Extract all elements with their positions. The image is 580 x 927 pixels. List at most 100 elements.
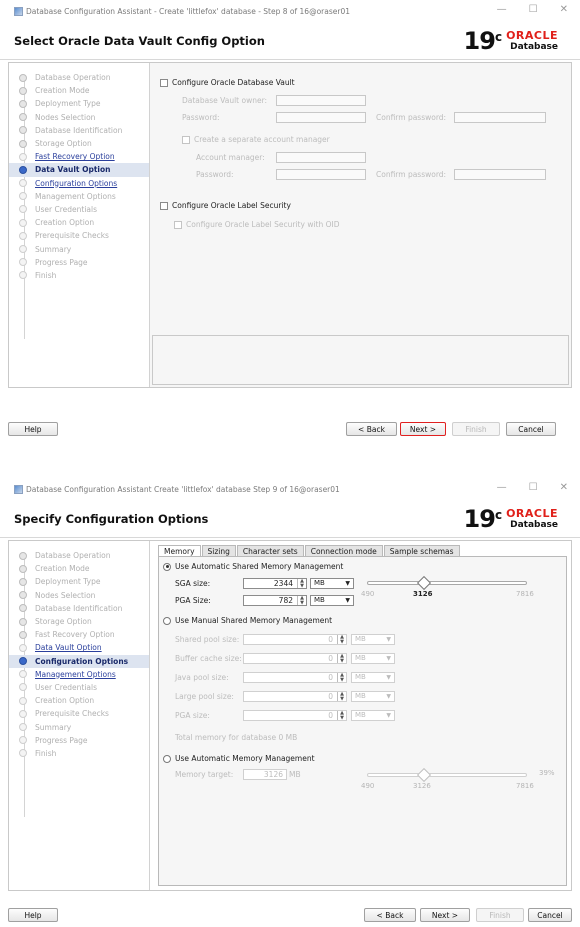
sidebar-item-data-vault-option[interactable]: Data Vault Option — [9, 163, 150, 177]
confirm-password-input[interactable] — [454, 112, 546, 123]
memory-target-unit: MB — [289, 770, 301, 779]
sidebar-item-label: Storage Option — [35, 617, 92, 627]
step-status-icon — [19, 231, 27, 240]
close-icon[interactable]: ✕ — [560, 4, 568, 15]
tab-sample-schemas[interactable]: Sample schemas — [383, 545, 460, 556]
sidebar-item-progress-page: Progress Page — [9, 734, 149, 747]
password-input[interactable] — [276, 112, 366, 123]
step-status-icon — [19, 258, 27, 267]
maximize-icon[interactable]: ☐ — [529, 4, 538, 15]
sidebar-item-management-options[interactable]: Management Options — [9, 668, 149, 681]
tab-sizing[interactable]: Sizing — [201, 545, 236, 556]
step-status-icon — [19, 139, 27, 148]
next-button[interactable]: Next > — [400, 422, 446, 436]
sidebar-item-data-vault-option[interactable]: Data Vault Option — [9, 641, 149, 654]
manager-confirm-input[interactable] — [454, 169, 546, 180]
button-bar: Help < Back Next > Finish Cancel — [8, 422, 572, 440]
sidebar-item-creation-mode: Creation Mode — [9, 84, 149, 97]
sidebar-item-fast-recovery-option: Fast Recovery Option — [9, 628, 149, 641]
large-pool-size-spinner[interactable]: 0 ▲ ▼ — [243, 691, 347, 702]
java-pool-size-label: Java pool size: — [175, 673, 229, 682]
separate-manager-checkbox[interactable]: Create a separate account manager — [182, 135, 330, 144]
memory-slider-thumb[interactable] — [416, 575, 432, 591]
step-status-icon — [19, 696, 27, 705]
manager-password-input[interactable] — [276, 169, 366, 180]
label-security-oid-checkbox[interactable]: Configure Oracle Label Security with OID — [174, 220, 340, 229]
sidebar-item-fast-recovery-option[interactable]: Fast Recovery Option — [9, 150, 149, 163]
memory-target-slider-thumb[interactable] — [416, 767, 432, 783]
back-button[interactable]: < Back — [346, 422, 397, 436]
sidebar-item-database-operation: Database Operation — [9, 71, 149, 84]
buffer-cache-size-label: Buffer cache size: — [175, 654, 242, 663]
sga-unit-select[interactable]: MB ▼ — [310, 578, 354, 589]
minimize-icon[interactable]: — — [497, 482, 507, 493]
sidebar-item-database-identification: Database Identification — [9, 124, 149, 137]
sidebar-item-management-options: Management Options — [9, 190, 149, 203]
step-status-icon — [19, 683, 27, 692]
sidebar-item-prerequisite-checks: Prerequisite Checks — [9, 229, 149, 242]
vault-owner-input[interactable] — [276, 95, 366, 106]
tab-connection-mode[interactable]: Connection mode — [304, 545, 383, 556]
dbca-window-step8: Database Configuration Assistant - Creat… — [0, 0, 580, 445]
finish-button[interactable]: Finish — [476, 908, 524, 922]
sidebar-item-nodes-selection: Nodes Selection — [9, 111, 149, 124]
shared-pool-size-unit-select[interactable]: MB ▼ — [351, 634, 395, 645]
java-pool-size-unit-select[interactable]: MB ▼ — [351, 672, 395, 683]
shared-pool-size-spinner[interactable]: 0 ▲ ▼ — [243, 634, 347, 645]
auto-memory-radio[interactable]: Use Automatic Memory Management — [163, 754, 315, 763]
close-icon[interactable]: ✕ — [560, 482, 568, 493]
memory-target-input[interactable]: 3126 — [243, 769, 287, 780]
tab-memory[interactable]: Memory — [158, 545, 201, 556]
sidebar-item-deployment-type: Deployment Type — [9, 97, 149, 110]
pga-size-unit-select[interactable]: MB ▼ — [351, 710, 395, 721]
sidebar-item-user-credentials: User Credentials — [9, 203, 149, 216]
sidebar-item-configuration-options[interactable]: Configuration Options — [9, 654, 150, 668]
sga-size-spinner[interactable]: 2344 ▲ ▼ — [243, 578, 307, 589]
step-navigator: Database Operation Creation Mode Deploymen… — [9, 541, 150, 890]
slider2-max-label: 7816 — [516, 782, 534, 790]
step-status-icon — [19, 604, 27, 613]
dbca-window-step9: Database Configuration Assistant Create … — [0, 478, 580, 927]
account-manager-input[interactable] — [276, 152, 366, 163]
java-pool-size-spinner[interactable]: 0 ▲ ▼ — [243, 672, 347, 683]
account-manager-label: Account manager: — [196, 153, 265, 162]
pga-unit-select[interactable]: MB ▼ — [310, 595, 354, 606]
next-button[interactable]: Next > — [420, 908, 470, 922]
maximize-icon[interactable]: ☐ — [529, 482, 538, 493]
configure-vault-checkbox[interactable]: Configure Oracle Database Vault — [160, 78, 295, 87]
auto-shared-memory-radio[interactable]: Use Automatic Shared Memory Management — [163, 562, 343, 571]
back-button[interactable]: < Back — [364, 908, 416, 922]
step-status-icon — [19, 113, 27, 122]
step-status-icon — [19, 165, 27, 174]
sidebar-item-storage-option: Storage Option — [9, 615, 149, 628]
buffer-cache-size-spinner[interactable]: 0 ▲ ▼ — [243, 653, 347, 664]
sidebar-item-configuration-options[interactable]: Configuration Options — [9, 177, 149, 190]
pga-size-spinner[interactable]: 0 ▲ ▼ — [243, 710, 347, 721]
pga-size-spinner[interactable]: 782 ▲ ▼ — [243, 595, 307, 606]
pga-size-label: PGA size: — [175, 711, 210, 720]
cancel-button[interactable]: Cancel — [528, 908, 572, 922]
sidebar-item-label: Prerequisite Checks — [35, 231, 109, 241]
help-button[interactable]: Help — [8, 908, 58, 922]
sidebar-item-label: Data Vault Option — [35, 165, 111, 175]
label-security-checkbox[interactable]: Configure Oracle Label Security — [160, 201, 291, 210]
sidebar-item-label: User Credentials — [35, 682, 97, 692]
manual-shared-memory-radio[interactable]: Use Manual Shared Memory Management — [163, 616, 332, 625]
cancel-button[interactable]: Cancel — [506, 422, 556, 436]
finish-button[interactable]: Finish — [452, 422, 500, 436]
help-button[interactable]: Help — [8, 422, 58, 436]
total-memory-label: Total memory for database 0 MB — [175, 733, 298, 742]
main-panel: Database Operation Creation Mode Deploymen… — [8, 62, 572, 388]
memory-slider-track[interactable] — [367, 581, 527, 585]
minimize-icon[interactable]: — — [497, 4, 507, 15]
memory-target-slider-track[interactable] — [367, 773, 527, 777]
sidebar-item-creation-option: Creation Option — [9, 694, 149, 707]
tab-character-sets[interactable]: Character sets — [236, 545, 304, 556]
buffer-cache-size-unit-select[interactable]: MB ▼ — [351, 653, 395, 664]
sidebar-item-label: Storage Option — [35, 139, 92, 149]
sidebar-item-label: Nodes Selection — [35, 112, 96, 122]
manager-password-label: Password: — [196, 170, 234, 179]
step-status-icon — [19, 723, 27, 732]
large-pool-size-unit-select[interactable]: MB ▼ — [351, 691, 395, 702]
password-label: Password: — [182, 113, 220, 122]
